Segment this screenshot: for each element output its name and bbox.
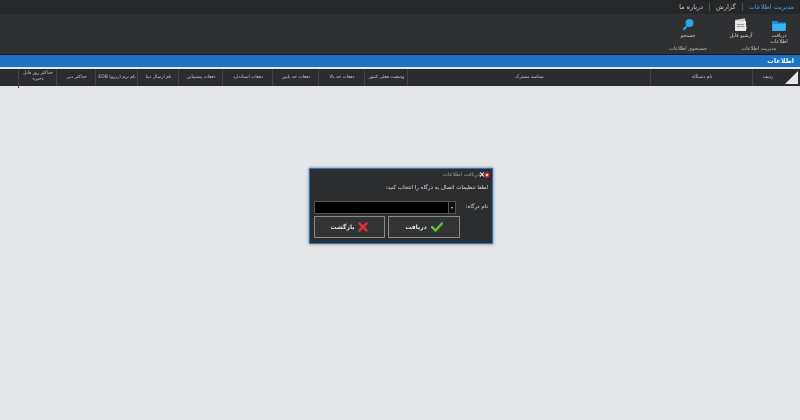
receive-button-label: دریافت <box>405 223 427 231</box>
ribbon-group-caption: مدیریت اطلاعات <box>741 46 777 52</box>
search-icon <box>682 19 694 31</box>
section-title-bar: اطلاعات <box>0 55 800 67</box>
search-label: جستجو <box>680 33 696 39</box>
col-upper-limit-count[interactable]: دفعات حد بالا <box>318 69 365 86</box>
col-meter-status[interactable]: وضعیت فعلی کنتور <box>364 69 408 86</box>
col-standard-count[interactable]: دفعات استاندارد <box>222 69 273 86</box>
ribbon-group-search: جستجو جستجوی اطلاعات <box>668 16 708 54</box>
col-max-storable-days[interactable]: حداکثر روز قابل ذخیره <box>18 69 57 88</box>
check-icon <box>430 222 443 232</box>
close-icon[interactable]: × <box>478 171 486 179</box>
archive-file-label: آرشیو فایل <box>729 33 753 39</box>
col-row-number[interactable]: ردیف <box>752 69 783 86</box>
menu-about[interactable]: درباره ما <box>673 0 709 14</box>
receive-data-label: دریافت اطلاعات <box>770 33 788 45</box>
select-all-corner-icon[interactable] <box>784 70 799 85</box>
port-label: نام درگاه: <box>465 204 489 210</box>
dialog-message: لطفا تنظیمات اتصال به درگاه را انتخاب کن… <box>385 185 488 191</box>
folder-icon <box>772 21 786 31</box>
back-button[interactable]: بازگشت <box>314 216 385 238</box>
col-device-name[interactable]: نام دستگاه <box>650 69 753 86</box>
search-button[interactable]: جستجو <box>672 16 704 46</box>
col-lower-limit-count[interactable]: دفعات حد پایین <box>272 69 319 86</box>
table-header: ردیف نام دستگاه شناسه مشترک وضعیت فعلی ک… <box>0 69 800 88</box>
menu-separator <box>709 3 711 11</box>
col-subscriber-id[interactable]: شناسه مشترک <box>407 69 651 86</box>
ribbon-group-caption: جستجوی اطلاعات <box>669 46 707 52</box>
port-select[interactable]: ▾ <box>314 201 456 214</box>
archive-file-button[interactable]: آرشیو فایل <box>725 16 757 46</box>
menu-report[interactable]: گزارش <box>710 0 742 14</box>
archive-icon <box>735 18 747 31</box>
receive-data-button[interactable]: دریافت اطلاعات <box>763 16 795 46</box>
ribbon-group-data: دریافت اطلاعات آرشیو فایل مدیریت اطلاعات <box>721 16 797 54</box>
back-button-label: بازگشت <box>330 223 355 231</box>
receive-data-dialog: دریافت اطلاعات × لطفا تنظیمات اتصال به د… <box>309 168 493 244</box>
menu-bar: مدیریت اطلاعات گزارش درباره ما <box>0 0 800 14</box>
receive-button[interactable]: دریافت <box>388 216 460 238</box>
menu-data-management[interactable]: مدیریت اطلاعات <box>743 0 800 14</box>
col-data-send-name[interactable]: نام ارسال دیتا <box>137 69 179 86</box>
col-support-count[interactable]: دفعات پشتیبانی <box>178 69 223 86</box>
cross-icon <box>358 222 369 232</box>
ribbon-toolbar: دریافت اطلاعات آرشیو فایل مدیریت اطلاعات… <box>0 14 800 55</box>
col-max-flow[interactable]: حداکثر دبی <box>56 69 96 86</box>
menu-separator <box>741 3 743 11</box>
section-title: اطلاعات <box>767 57 794 65</box>
chevron-down-icon[interactable]: ▾ <box>448 202 455 213</box>
col-eob-name[interactable]: نام نرم (ریزو) EOB <box>95 69 138 86</box>
dialog-title: دریافت اطلاعات <box>442 172 480 178</box>
